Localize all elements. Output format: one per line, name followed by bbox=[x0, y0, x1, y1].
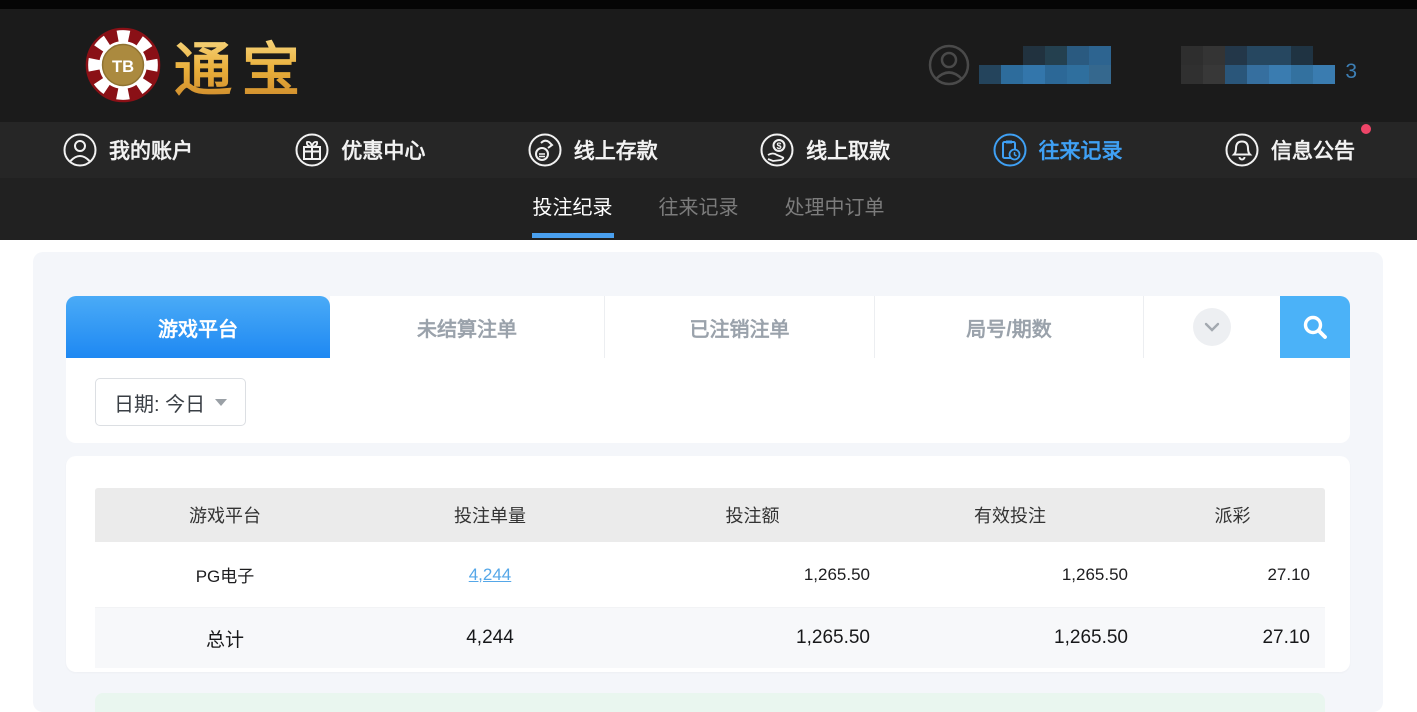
nav-item-promotions[interactable]: 优惠中心 bbox=[294, 132, 425, 168]
brand-name: 通宝 bbox=[174, 23, 310, 107]
bet-count-link[interactable]: 4,244 bbox=[469, 565, 512, 584]
nav-label: 往来记录 bbox=[1039, 135, 1123, 165]
records-icon bbox=[992, 132, 1028, 168]
col-header-bet-count: 投注单量 bbox=[355, 502, 625, 528]
cell-payout: 27.10 bbox=[1140, 565, 1325, 585]
total-payout: 27.10 bbox=[1140, 627, 1325, 649]
nav-item-records[interactable]: 往来记录 bbox=[992, 132, 1123, 168]
cell-platform: PG电子 bbox=[95, 562, 355, 587]
nav-label: 信息公告 bbox=[1271, 135, 1355, 165]
nav-label: 优惠中心 bbox=[341, 135, 425, 165]
tab-unsettled-bets[interactable]: 未结算注单 bbox=[330, 296, 605, 358]
site-header: TB 通宝 bbox=[0, 9, 1417, 122]
table-total-row: 总计 4,244 1,265.50 1,265.50 27.10 bbox=[95, 608, 1325, 668]
total-bet-count: 4,244 bbox=[355, 627, 625, 649]
nav-item-my-account[interactable]: 我的账户 bbox=[62, 132, 193, 168]
primary-nav: 我的账户 优惠中心 线上存款 $ 线上取款 bbox=[0, 122, 1417, 178]
censored-balance bbox=[1181, 46, 1335, 84]
table-row-pg: PG电子 4,244 1,265.50 1,265.50 27.10 bbox=[95, 542, 1325, 608]
filter-strip: 日期: 今日 bbox=[66, 358, 1350, 443]
caret-down-icon bbox=[215, 399, 227, 406]
records-panel: 游戏平台 未结算注单 已注销注单 局号/期数 日期: 今日 bbox=[33, 252, 1383, 712]
nav-item-deposit[interactable]: 线上存款 bbox=[527, 132, 658, 168]
bell-icon bbox=[1224, 132, 1260, 168]
top-strip bbox=[0, 0, 1417, 9]
next-section-peek bbox=[95, 693, 1325, 712]
withdraw-icon: $ bbox=[759, 132, 795, 168]
cell-bet-amount: 1,265.50 bbox=[625, 565, 880, 585]
balance-block[interactable]: 3 bbox=[1181, 46, 1357, 84]
magnifier-icon bbox=[1301, 313, 1329, 341]
deposit-icon bbox=[527, 132, 563, 168]
col-header-bet-amount: 投注额 bbox=[625, 502, 880, 528]
subnav-tab-transactions[interactable]: 往来记录 bbox=[659, 178, 739, 240]
secondary-nav: 投注纪录 往来记录 处理中订单 bbox=[0, 178, 1417, 240]
tab-round-number[interactable]: 局号/期数 bbox=[875, 296, 1144, 358]
date-filter-label: 日期: 今日 bbox=[114, 388, 205, 417]
total-bet-amount: 1,265.50 bbox=[625, 627, 880, 649]
summary-table: 游戏平台 投注单量 投注额 有效投注 派彩 PG电子 4,244 1,265.5… bbox=[95, 488, 1325, 668]
nav-item-announcements[interactable]: 信息公告 bbox=[1224, 132, 1355, 168]
notification-dot bbox=[1361, 124, 1371, 134]
date-filter-button[interactable]: 日期: 今日 bbox=[95, 378, 246, 426]
poker-chip-logo-icon: TB bbox=[84, 26, 162, 104]
svg-text:TB: TB bbox=[112, 57, 134, 76]
filter-tab-bar: 游戏平台 未结算注单 已注销注单 局号/期数 bbox=[66, 296, 1350, 358]
nav-label: 线上取款 bbox=[806, 135, 890, 165]
nav-item-withdraw[interactable]: $ 线上取款 bbox=[759, 132, 890, 168]
total-label: 总计 bbox=[95, 625, 355, 652]
tab-dropdown-toggle[interactable] bbox=[1144, 296, 1280, 358]
subnav-tab-bet-records[interactable]: 投注纪录 bbox=[533, 178, 613, 240]
search-button[interactable] bbox=[1280, 296, 1350, 358]
summary-table-card: 游戏平台 投注单量 投注额 有效投注 派彩 PG电子 4,244 1,265.5… bbox=[66, 456, 1350, 672]
censored-username bbox=[979, 46, 1111, 84]
tab-game-platform[interactable]: 游戏平台 bbox=[66, 296, 330, 358]
cell-valid-bet: 1,265.50 bbox=[880, 565, 1140, 585]
col-header-platform: 游戏平台 bbox=[95, 502, 355, 528]
user-avatar-icon bbox=[927, 43, 971, 87]
account-icon bbox=[62, 132, 98, 168]
nav-label: 线上存款 bbox=[574, 135, 658, 165]
user-area: 3 bbox=[927, 43, 1357, 87]
gift-icon bbox=[294, 132, 330, 168]
col-header-valid-bet: 有效投注 bbox=[880, 502, 1140, 528]
col-header-payout: 派彩 bbox=[1140, 502, 1325, 528]
brand-logo[interactable]: TB 通宝 bbox=[84, 23, 310, 107]
username-block[interactable] bbox=[927, 43, 1111, 87]
svg-text:$: $ bbox=[777, 141, 782, 151]
table-header-row: 游戏平台 投注单量 投注额 有效投注 派彩 bbox=[95, 488, 1325, 542]
tab-cancelled-bets[interactable]: 已注销注单 bbox=[605, 296, 875, 358]
nav-label: 我的账户 bbox=[109, 135, 193, 165]
balance-suffix: 3 bbox=[1345, 60, 1357, 84]
chevron-down-icon bbox=[1193, 308, 1231, 346]
subnav-tab-processing-orders[interactable]: 处理中订单 bbox=[785, 178, 885, 240]
total-valid-bet: 1,265.50 bbox=[880, 627, 1140, 649]
main-content: 游戏平台 未结算注单 已注销注单 局号/期数 日期: 今日 bbox=[0, 240, 1417, 692]
